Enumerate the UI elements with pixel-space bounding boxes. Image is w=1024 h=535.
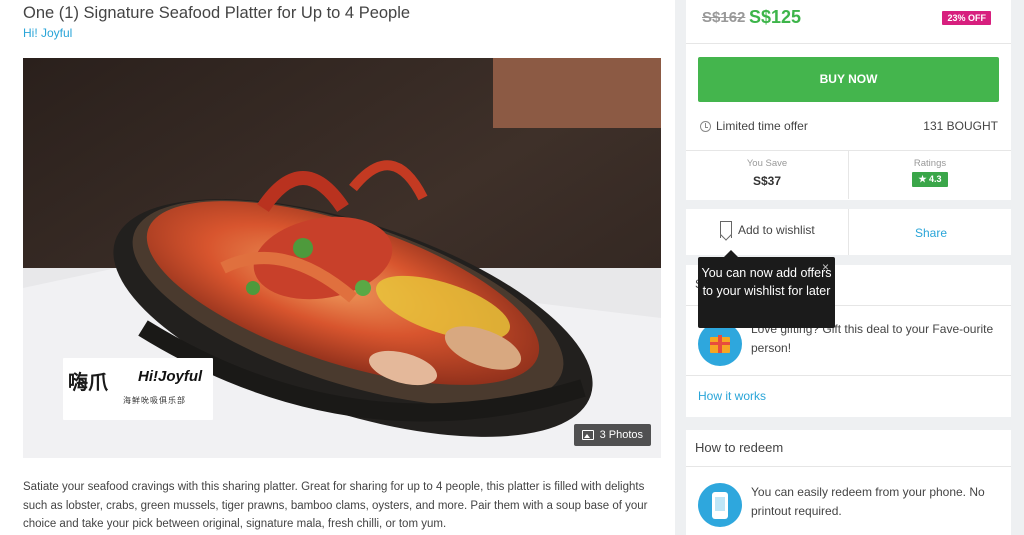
rating-badge: ★ 4.3 — [912, 172, 948, 187]
merchant-logo: 嗨爪 Hi!Joyful 海鲜吮吸俱乐部 — [63, 358, 213, 420]
buy-now-button[interactable]: BUY NOW — [698, 57, 999, 102]
wishlist-tooltip: You can now add offers to your wishlist … — [698, 250, 835, 328]
logo-subtitle-text: 海鲜吮吸俱乐部 — [123, 396, 186, 405]
redeem-text: You can easily redeem from your phone. N… — [751, 485, 985, 518]
price-card: S$162 S$125 23% OFF BUY NOW Limited time… — [686, 0, 1011, 200]
share-button[interactable]: Share — [915, 226, 947, 240]
photos-count-label: 3 Photos — [599, 429, 643, 441]
logo-chinese-text: 嗨爪 — [68, 370, 108, 394]
redeem-card: How to redeem You can easily redeem from… — [686, 430, 1011, 535]
divider — [686, 466, 1011, 467]
deal-photo[interactable]: 嗨爪 Hi!Joyful 海鲜吮吸俱乐部 3 Photos — [23, 58, 661, 458]
you-save-stat: You Save S$37 — [686, 158, 848, 188]
photos-count-button[interactable]: 3 Photos — [573, 424, 651, 446]
merchant-link[interactable]: Hi! Joyful — [23, 26, 72, 40]
clock-icon — [700, 120, 711, 132]
close-icon[interactable]: × — [822, 259, 829, 277]
redeem-header: How to redeem — [695, 440, 784, 455]
wishlist-share-card: Add to wishlist Share — [686, 209, 1011, 255]
deal-description: Satiate your seafood cravings with this … — [23, 481, 648, 530]
deal-main-panel: One (1) Signature Seafood Platter for Up… — [0, 0, 675, 535]
deal-title: One (1) Signature Seafood Platter for Up… — [23, 4, 411, 22]
discount-badge: 23% OFF — [942, 11, 991, 25]
divider — [686, 375, 1011, 376]
limited-offer-label: Limited time offer — [716, 119, 808, 133]
original-price: S$162 — [702, 9, 746, 26]
wishlist-label: Add to wishlist — [738, 222, 815, 237]
bought-count: 131 BOUGHT — [923, 119, 998, 133]
limited-offer: Limited time offer — [700, 119, 808, 133]
ratings-label: Ratings — [913, 158, 947, 169]
add-to-wishlist-button[interactable]: Add to wishlist — [720, 221, 815, 238]
you-save-label: You Save — [746, 158, 788, 169]
you-save-value: S$37 — [752, 174, 782, 188]
logo-brand-text: Hi!Joyful — [138, 368, 203, 385]
ratings-stat: Ratings ★ 4.3 — [849, 158, 1011, 187]
photo-icon — [581, 430, 594, 440]
divider — [686, 43, 1011, 44]
phone-icon — [698, 483, 742, 527]
discounted-price: S$125 — [749, 7, 802, 27]
bookmark-icon — [720, 221, 732, 238]
tooltip-text: You can now add offers to your wishlist … — [701, 266, 832, 298]
divider — [848, 209, 849, 255]
gift-icon — [698, 322, 742, 366]
how-it-works-link[interactable]: How it works — [698, 389, 766, 403]
